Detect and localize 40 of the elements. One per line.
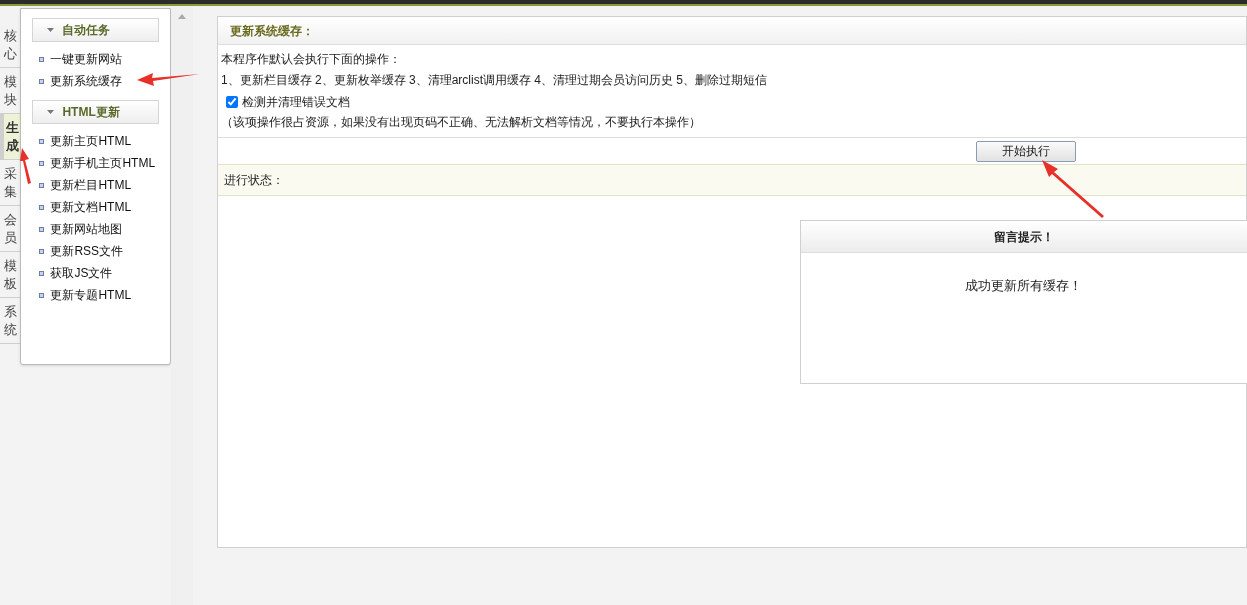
intro-text: 本程序作默认会执行下面的操作： xyxy=(221,51,402,68)
message-text: 成功更新所有缓存！ xyxy=(965,277,1083,295)
sidebar-link[interactable]: 更新专题HTML xyxy=(50,286,132,304)
panel-title: 更新系统缓存： xyxy=(230,22,314,40)
note-text: （该项操作很占资源，如果没有出现页码不正确、无法解析文档等情况，不要执行本操作） xyxy=(221,114,702,131)
annotation-arrow xyxy=(1042,160,1104,218)
sidebar-link[interactable]: 一键更新网站 xyxy=(50,50,123,68)
start-button[interactable]: 开始执行 xyxy=(976,140,1076,162)
status-label: 进行状态： xyxy=(224,172,284,189)
section-header[interactable]: 自动任务 xyxy=(32,18,159,42)
sidebar-link[interactable]: 更新网站地图 xyxy=(50,220,123,238)
sidebar-link[interactable]: 更新栏目HTML xyxy=(50,176,132,194)
section-title: 自动任务 xyxy=(62,22,111,39)
checkbox[interactable] xyxy=(226,95,238,108)
sidebar-link[interactable]: 更新RSS文件 xyxy=(50,242,124,260)
annotation-arrow xyxy=(137,73,200,86)
section-title: HTML更新 xyxy=(62,104,120,121)
sidebar-link[interactable]: 获取JS文件 xyxy=(50,264,113,282)
sidebar-link[interactable]: 更新文档HTML xyxy=(50,198,132,216)
bullet-icon xyxy=(39,78,45,84)
bullet-icon xyxy=(39,182,45,188)
caret-down-icon xyxy=(47,28,55,32)
bullet-icon xyxy=(39,138,45,144)
bullet-icon xyxy=(39,292,45,298)
bullet-icon xyxy=(39,248,45,254)
caret-down-icon xyxy=(47,110,55,114)
annotation-arrow xyxy=(20,148,31,184)
message-title: 留言提示！ xyxy=(994,228,1054,246)
operations-text: 1、更新栏目缓存 2、更新枚举缓存 3、清理arclist调用缓存 4、清理过期会员访问历史 5、删除过期短信 xyxy=(221,72,769,89)
sidebar-link[interactable]: 更新主页HTML xyxy=(50,132,132,150)
section-header[interactable]: HTML更新 xyxy=(32,100,159,124)
bullet-icon xyxy=(39,226,45,232)
sidebar-link[interactable]: 更新系统缓存 xyxy=(50,72,123,90)
sidebar-link[interactable]: 更新手机主页HTML xyxy=(50,154,156,172)
side-tab[interactable]: 生成 xyxy=(0,114,21,160)
bullet-icon xyxy=(39,56,45,62)
bullet-icon xyxy=(39,160,45,166)
checkbox-label: 检测并清理错误文档 xyxy=(242,93,350,111)
bullet-icon xyxy=(39,204,45,210)
bullet-icon xyxy=(39,270,45,276)
